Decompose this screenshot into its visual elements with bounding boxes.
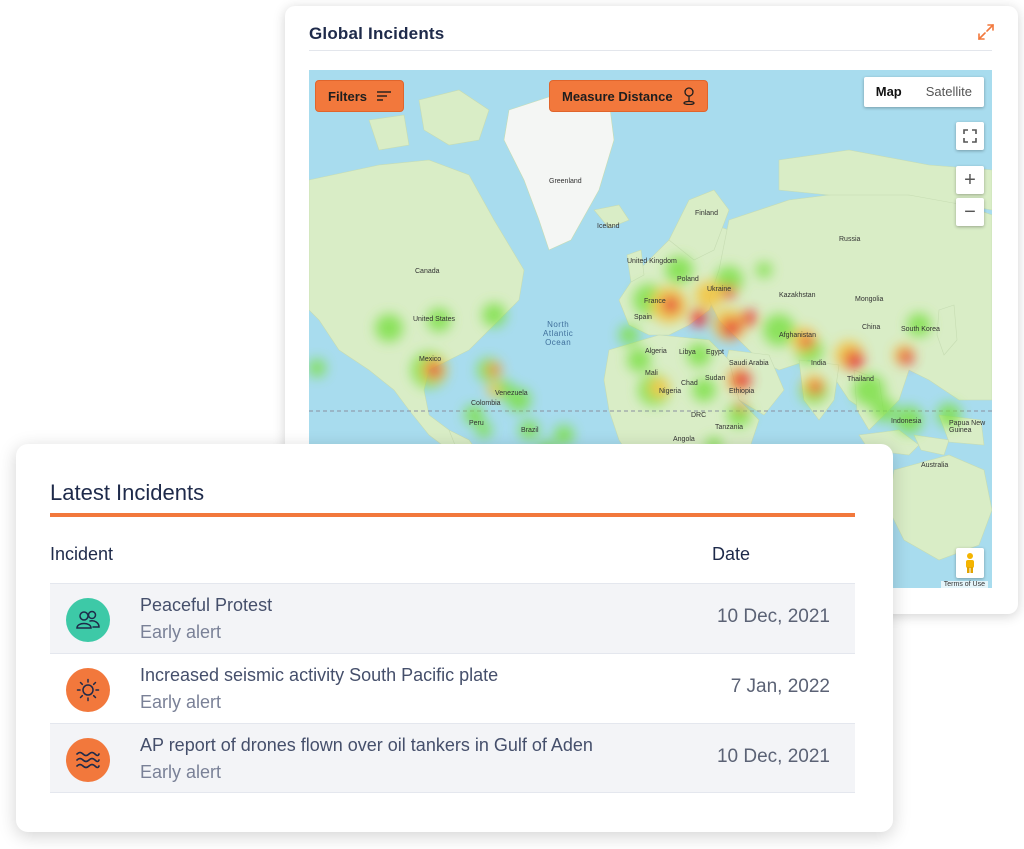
latest-incidents-card: Latest Incidents Incident Date Peaceful … — [16, 444, 893, 832]
map-label-sudan: Sudan — [705, 375, 726, 382]
incident-name: Peaceful Protest — [140, 595, 273, 615]
map-label-united-kingdom: United Kingdom — [627, 258, 677, 265]
map-label-papua-new-guinea: Papua New Guinea — [949, 420, 986, 434]
zoom-in-button[interactable]: + — [956, 166, 984, 194]
map-label-ethiopia: Ethiopia — [729, 388, 755, 395]
map-type-map[interactable]: Map — [864, 77, 914, 107]
filters-button[interactable]: Filters — [315, 80, 405, 112]
map-label-united-states: United States — [413, 316, 456, 323]
map-label-kazakhstan: Kazakhstan — [779, 292, 816, 299]
incidents-title-underline — [50, 513, 855, 517]
map-label-chad: Chad — [681, 380, 698, 387]
map-card-title: Global Incidents — [309, 24, 445, 43]
map-label-south-korea: South Korea — [901, 326, 940, 333]
map-label-angola: Angola — [673, 436, 695, 443]
map-label-russia: Russia — [839, 236, 861, 243]
incident-name: Increased seismic activity South Pacific… — [140, 665, 499, 685]
map-label-china: China — [862, 324, 881, 331]
street-view-button[interactable] — [956, 548, 984, 578]
map-label-peru: Peru — [469, 420, 484, 427]
waves-icon — [66, 738, 110, 782]
map-label-venezuela: Venezuela — [495, 390, 528, 397]
map-label-saudi-arabia: Saudi Arabia — [729, 360, 769, 367]
map-label-egypt: Egypt — [706, 349, 724, 356]
map-label-algeria: Algeria — [645, 348, 667, 355]
fullscreen-button[interactable] — [956, 122, 984, 150]
incidents-table: Peaceful Protest Early alert 10 Dec, 202… — [50, 583, 855, 793]
map-label-mali: Mali — [645, 370, 658, 377]
measure-distance-label: Measure Distance — [562, 88, 673, 104]
map-label-colombia: Colombia — [471, 400, 501, 407]
map-label-mexico: Mexico — [419, 356, 442, 363]
column-header-incident: Incident — [50, 544, 114, 564]
map-label-finland: Finland — [695, 210, 718, 217]
title-divider — [309, 50, 992, 51]
map-label-north-atlantic: North Atlantic Ocean — [543, 320, 574, 347]
incident-status: Early alert — [140, 692, 222, 712]
incident-name: AP report of drones flown over oil tanke… — [140, 735, 593, 755]
map-type-satellite[interactable]: Satellite — [914, 77, 984, 107]
map-label-iceland: Iceland — [597, 223, 620, 230]
incident-status: Early alert — [140, 622, 222, 642]
incident-status: Early alert — [140, 762, 222, 782]
zoom-out-button[interactable]: − — [956, 198, 984, 226]
map-label-india: India — [811, 360, 827, 367]
map-pin-icon — [682, 87, 695, 105]
map-label-brazil: Brazil — [521, 427, 539, 434]
map-label-greenland: Greenland — [549, 178, 582, 185]
map-label-thailand: Thailand — [847, 376, 874, 383]
map-label-canada: Canada — [415, 268, 440, 275]
table-row[interactable]: Increased seismic activity South Pacific… — [50, 653, 855, 723]
incident-date: 7 Jan, 2022 — [730, 676, 830, 697]
table-row[interactable]: AP report of drones flown over oil tanke… — [50, 723, 855, 793]
map-label-ukraine: Ukraine — [707, 286, 732, 293]
incidents-title: Latest Incidents — [50, 480, 205, 505]
column-header-date: Date — [712, 544, 751, 564]
pegman-icon — [966, 553, 974, 573]
filters-label: Filters — [328, 88, 368, 104]
map-label-indonesia: Indonesia — [891, 418, 922, 425]
map-label-mongolia: Mongolia — [855, 296, 884, 303]
incident-date: 10 Dec, 2021 — [716, 746, 830, 767]
expand-icon[interactable] — [976, 22, 996, 42]
map-label-drc: DRC — [691, 412, 707, 419]
measure-distance-button[interactable]: Measure Distance — [549, 80, 708, 112]
map-label-tanzania: Tanzania — [715, 424, 744, 431]
people-icon — [66, 598, 110, 642]
table-row[interactable]: Peaceful Protest Early alert 10 Dec, 202… — [50, 583, 855, 653]
map-label-australia: Australia — [921, 462, 949, 469]
map-label-france: France — [644, 298, 666, 305]
map-label-afghanistan: Afghanistan — [779, 332, 816, 339]
fullscreen-icon — [963, 129, 977, 143]
filter-lines-icon — [377, 91, 392, 101]
sun-icon — [66, 668, 110, 712]
terms-of-use-link[interactable]: Terms of Use — [940, 581, 988, 588]
map-label-nigeria: Nigeria — [659, 388, 682, 395]
map-label-spain: Spain — [634, 314, 652, 321]
incident-date: 10 Dec, 2021 — [716, 606, 830, 627]
map-type-toggle: Map Satellite — [863, 77, 984, 107]
map-label-libya: Libya — [679, 349, 696, 356]
map-label-poland: Poland — [677, 276, 699, 283]
